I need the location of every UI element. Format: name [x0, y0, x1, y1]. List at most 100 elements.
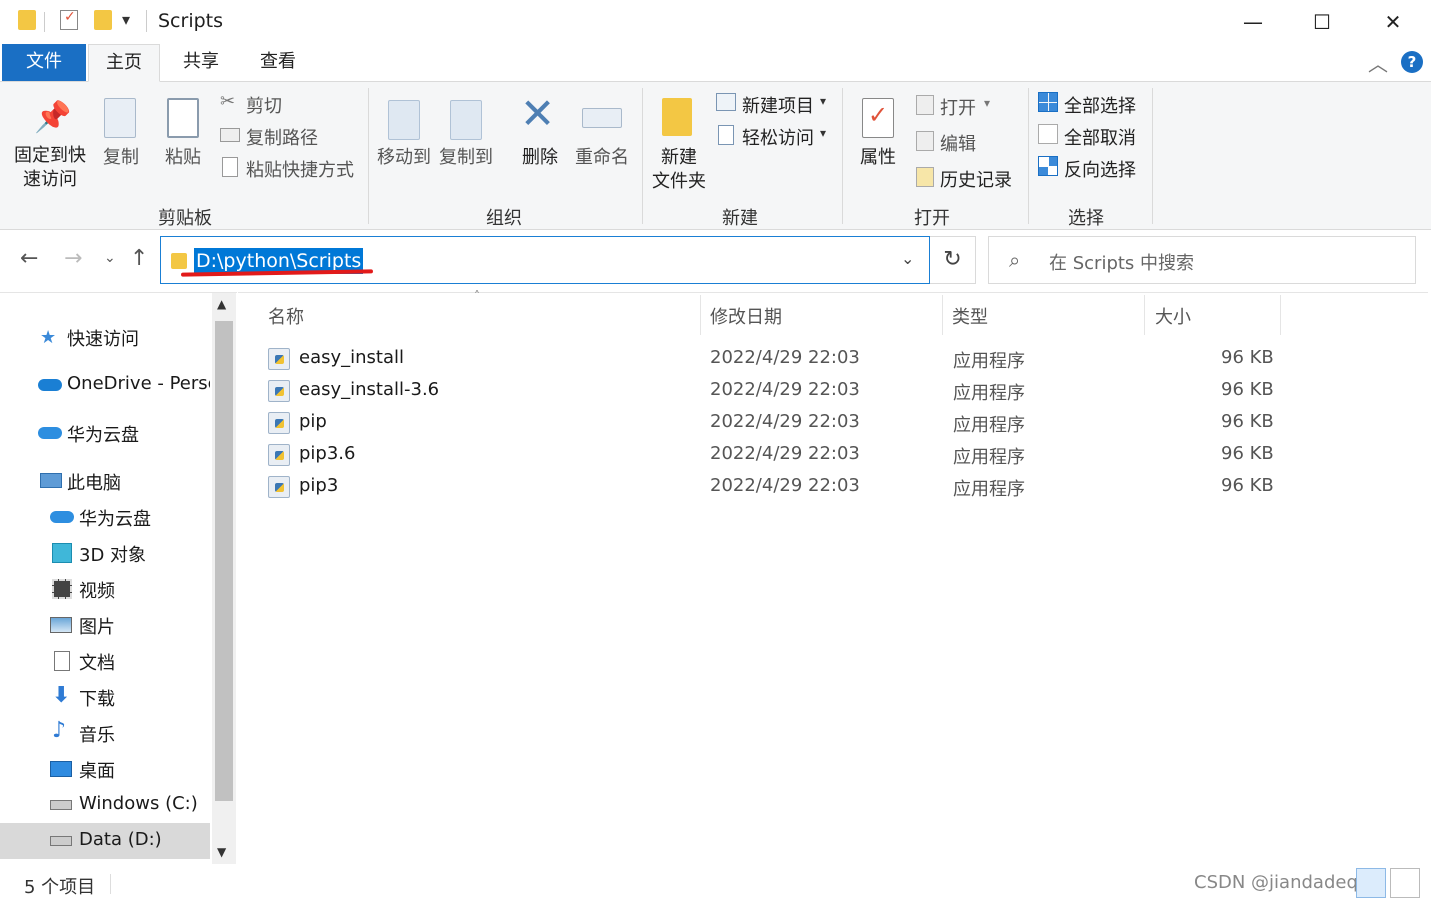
- nav-item-videos[interactable]: 视频: [0, 572, 210, 606]
- copy-to-button[interactable]: 复制到: [436, 88, 496, 184]
- pin-label-line1: 固定到快: [14, 145, 86, 166]
- nav-item-huawei-cloud-drive[interactable]: 华为云盘: [0, 500, 210, 534]
- select-all-button[interactable]: 全部选择: [1036, 90, 1148, 118]
- scroll-up-icon[interactable]: ▲: [217, 297, 226, 311]
- search-input[interactable]: ⌕ 在 Scripts 中搜索: [988, 236, 1416, 284]
- nav-item-desktop[interactable]: 桌面: [0, 752, 210, 786]
- up-button[interactable]: ↑: [130, 246, 148, 271]
- pin-to-quick-access-button[interactable]: 📌 固定到快 速访问: [10, 88, 90, 194]
- back-button[interactable]: ←: [20, 246, 38, 271]
- drive-icon: [50, 800, 72, 810]
- minimize-button[interactable]: —: [1230, 6, 1276, 38]
- copy-button[interactable]: 复制: [96, 88, 146, 178]
- tab-home[interactable]: 主页: [88, 44, 160, 82]
- divider: [44, 12, 45, 32]
- table-row[interactable]: easy_install-3.6 2022/4/29 22:03 应用程序 96…: [258, 375, 1298, 407]
- item-count: 5 个项目: [24, 877, 96, 898]
- rename-button[interactable]: 重命名: [572, 88, 632, 184]
- nav-label: 文档: [79, 653, 115, 674]
- table-row[interactable]: pip3.6 2022/4/29 22:03 应用程序 96 KB: [258, 439, 1298, 471]
- nav-scrollbar[interactable]: ▲ ▼: [212, 293, 236, 865]
- nav-item-this-pc[interactable]: 此电脑: [0, 464, 210, 498]
- table-row[interactable]: pip 2022/4/29 22:03 应用程序 96 KB: [258, 407, 1298, 439]
- select-none-icon: [1038, 124, 1058, 144]
- chevron-down-icon[interactable]: ⌄: [901, 249, 914, 268]
- nav-item-music[interactable]: ♪ 音乐: [0, 716, 210, 750]
- table-row[interactable]: easy_install 2022/4/29 22:03 应用程序 96 KB: [258, 343, 1298, 375]
- nav-item-pictures[interactable]: 图片: [0, 608, 210, 642]
- copy-icon: [104, 98, 136, 138]
- scrollbar-thumb[interactable]: [215, 321, 233, 801]
- move-to-button[interactable]: 移动到: [374, 88, 434, 184]
- column-separator[interactable]: [1280, 295, 1281, 335]
- nav-item-huawei-cloud[interactable]: 华为云盘: [0, 416, 210, 450]
- new-folder-quick-icon[interactable]: [94, 10, 112, 30]
- tab-share[interactable]: 共享: [166, 44, 236, 81]
- group-separator: [642, 88, 643, 224]
- address-bar[interactable]: D:\python\Scripts ⌄: [160, 236, 930, 284]
- nav-item-windows-c[interactable]: Windows (C:): [0, 788, 210, 822]
- select-none-button[interactable]: 全部取消: [1036, 122, 1148, 150]
- column-separator[interactable]: [942, 295, 943, 335]
- paste-button[interactable]: 粘贴: [158, 88, 208, 178]
- group-separator: [1152, 88, 1153, 224]
- nav-item-3d-objects[interactable]: 3D 对象: [0, 536, 210, 570]
- column-header-size[interactable]: 大小: [1155, 303, 1191, 329]
- cut-label: 剪切: [246, 96, 282, 117]
- group-separator: [368, 88, 369, 224]
- invert-selection-button[interactable]: 反向选择: [1036, 154, 1148, 182]
- nav-item-quick-access[interactable]: ★ 快速访问: [0, 320, 210, 354]
- nav-item-data-d[interactable]: Data (D:): [0, 823, 210, 859]
- customize-quick-access-button[interactable]: ▾: [122, 10, 130, 29]
- divider: [146, 10, 147, 32]
- column-header-type[interactable]: 类型: [952, 303, 988, 329]
- collapse-ribbon-icon[interactable]: ︿: [1368, 48, 1388, 77]
- nav-item-documents[interactable]: 文档: [0, 644, 210, 678]
- search-placeholder: 在 Scripts 中搜索: [1049, 253, 1195, 274]
- recent-locations-button[interactable]: ⌄: [104, 250, 116, 266]
- paste-shortcut-icon: [222, 157, 238, 177]
- edit-button[interactable]: 编辑: [914, 128, 1014, 156]
- history-button[interactable]: 历史记录: [914, 164, 1024, 192]
- nav-item-downloads[interactable]: ⬇ 下载: [0, 680, 210, 714]
- close-button[interactable]: ✕: [1370, 6, 1416, 38]
- table-row[interactable]: pip3 2022/4/29 22:03 应用程序 96 KB: [258, 471, 1298, 503]
- nav-item-onedrive[interactable]: OneDrive - Persc: [0, 368, 210, 402]
- ribbon-tabs: 文件 主页 共享 查看 ︿ ?: [0, 44, 1431, 82]
- forward-button[interactable]: →: [64, 246, 82, 271]
- edit-label: 编辑: [940, 134, 976, 155]
- open-button[interactable]: 打开 ▾: [914, 92, 1014, 120]
- new-item-button[interactable]: 新建项目 ▾: [714, 90, 834, 118]
- cut-button[interactable]: ✂ 剪切: [218, 90, 358, 118]
- column-header-name[interactable]: 名称: [268, 303, 304, 329]
- file-name: easy_install: [299, 347, 405, 368]
- column-separator[interactable]: [700, 295, 701, 335]
- column-separator[interactable]: [1144, 295, 1145, 335]
- column-header-modified[interactable]: 修改日期: [710, 303, 782, 329]
- paste-shortcut-button[interactable]: 粘贴快捷方式: [218, 154, 358, 182]
- delete-button[interactable]: ✕ 删除: [512, 88, 568, 184]
- refresh-button[interactable]: ↻: [930, 236, 976, 284]
- file-name: easy_install-3.6: [299, 379, 440, 400]
- properties-quick-icon[interactable]: ✓: [60, 9, 78, 30]
- nav-label: 华为云盘: [67, 425, 139, 446]
- help-icon[interactable]: ?: [1401, 51, 1423, 73]
- easy-access-button[interactable]: 轻松访问 ▾: [714, 122, 834, 150]
- rename-icon: [582, 108, 622, 128]
- scroll-down-icon[interactable]: ▼: [217, 845, 226, 859]
- tab-file[interactable]: 文件: [2, 44, 86, 81]
- file-list: ˄ 名称 修改日期 类型 大小 easy_install 2022/4/29 2…: [238, 289, 1428, 864]
- copy-path-button[interactable]: 复制路径: [218, 122, 358, 150]
- new-item-label: 新建项目: [742, 96, 814, 117]
- properties-button[interactable]: ✓ 属性: [850, 88, 906, 184]
- nav-label: Data (D:): [79, 829, 162, 850]
- details-view-button[interactable]: [1356, 868, 1386, 898]
- tab-view[interactable]: 查看: [242, 44, 314, 81]
- ribbon: 📌 固定到快 速访问 复制 粘贴 ✂ 剪切 复制路径 粘贴快捷方式 剪贴板 移动…: [0, 82, 1431, 230]
- maximize-button[interactable]: ☐: [1299, 6, 1345, 38]
- new-folder-button[interactable]: 新建 文件夹: [648, 88, 710, 196]
- file-size: 96 KB: [1221, 347, 1274, 368]
- large-icons-view-button[interactable]: [1390, 868, 1420, 898]
- clipboard-group-label: 剪贴板: [158, 208, 212, 229]
- download-icon: ⬇: [52, 683, 71, 708]
